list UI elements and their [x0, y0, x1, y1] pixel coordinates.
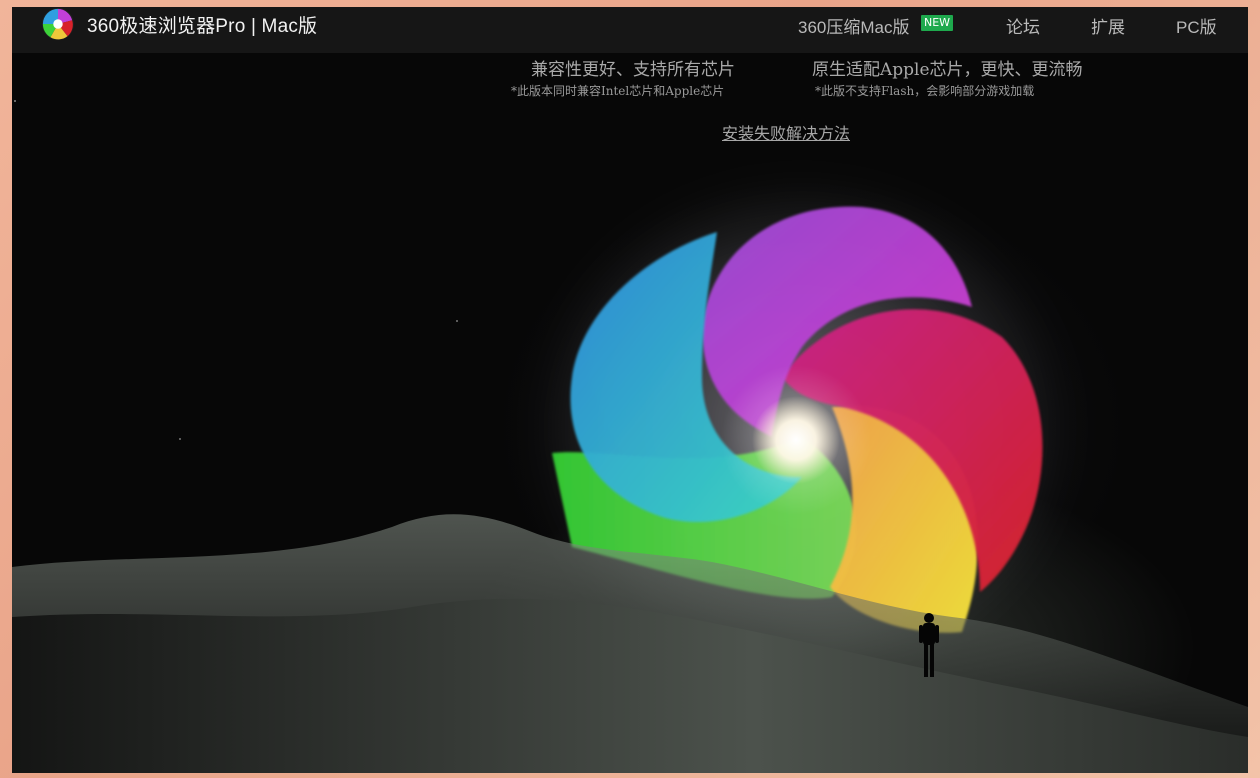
version-apple-note: *此版不支持Flash，会影响部分游戏加载	[815, 84, 1035, 98]
nav-extensions[interactable]: 扩展	[1091, 13, 1125, 38]
top-nav-bar: 360极速浏览器Pro | Mac版 360压缩Mac版 NEW 论坛 扩展 P…	[12, 7, 1248, 53]
version-intel-note: *此版本同时兼容Intel芯片和Apple芯片	[511, 84, 725, 98]
version-intel-title[interactable]: 兼容性更好、支持所有芯片	[531, 55, 735, 80]
star	[456, 320, 458, 322]
star	[179, 438, 181, 440]
browser-viewport: 360极速浏览器Pro | Mac版 360压缩Mac版 NEW 论坛 扩展 P…	[12, 7, 1248, 773]
logo-core	[752, 396, 840, 484]
new-badge: NEW	[921, 15, 954, 31]
360-browser-logo-icon[interactable]	[40, 7, 76, 41]
brand-title[interactable]: 360极速浏览器Pro | Mac版	[87, 11, 317, 38]
nav-360-zip-mac[interactable]: 360压缩Mac版	[798, 13, 909, 38]
nav-forum[interactable]: 论坛	[1006, 13, 1040, 38]
install-fail-help-link[interactable]: 安装失败解决方法	[722, 120, 850, 144]
version-apple-title[interactable]: 原生适配Apple芯片，更快、更流畅	[812, 55, 1083, 80]
star	[14, 100, 16, 102]
hero-artwork	[12, 100, 1248, 773]
nav-pc-version[interactable]: PC版	[1176, 13, 1217, 38]
